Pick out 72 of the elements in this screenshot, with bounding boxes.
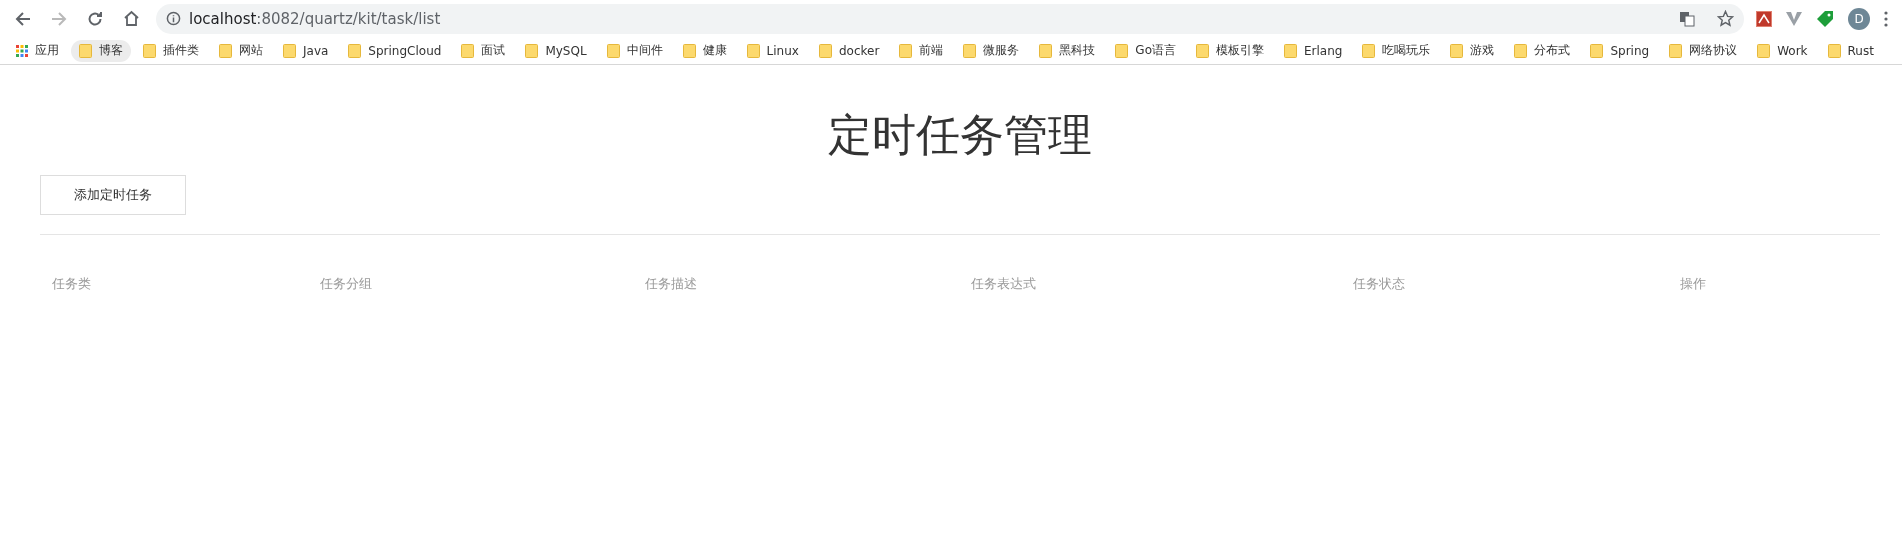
bookmark-item[interactable]: 网站 xyxy=(211,39,271,62)
bookmark-item[interactable]: Spring xyxy=(1582,39,1658,62)
folder-icon xyxy=(963,43,977,58)
bookmark-item[interactable]: SpringCloud xyxy=(340,39,450,62)
pdf-extension-icon[interactable] xyxy=(1756,10,1772,27)
folder-icon xyxy=(461,43,475,58)
folder-icon xyxy=(1669,43,1683,58)
column-header: 任务分组 xyxy=(320,275,373,293)
folder-icon xyxy=(1283,43,1297,58)
page-title: 定时任务管理 xyxy=(827,113,1093,157)
apps-grid-icon xyxy=(16,44,28,57)
bookmark-item[interactable]: 游戏 xyxy=(1442,39,1503,62)
bookmark-item[interactable]: 前端 xyxy=(891,39,952,62)
folder-icon xyxy=(143,43,156,58)
column-header: 任务类 xyxy=(52,275,92,293)
bookmark-item[interactable]: 网络协议 xyxy=(1661,39,1746,62)
folder-icon xyxy=(1362,43,1376,58)
bookmark-item[interactable]: 微服务 xyxy=(955,39,1028,62)
folder-icon xyxy=(219,43,232,58)
folder-icon xyxy=(1514,43,1528,58)
folder-icon xyxy=(818,43,832,58)
column-header: 任务状态 xyxy=(1353,275,1406,293)
folder-icon xyxy=(283,43,296,58)
address-bar[interactable]: localhost:8082/quartz/kit/task/list xyxy=(156,3,1744,34)
folder-icon xyxy=(899,43,913,58)
menu-icon[interactable] xyxy=(1884,10,1888,27)
bookmark-item[interactable]: 健康 xyxy=(674,39,735,62)
bookmark-item[interactable]: Work xyxy=(1749,39,1816,62)
translate-icon[interactable] xyxy=(1679,10,1695,27)
bookmark-item[interactable]: 博客 xyxy=(71,39,131,62)
column-header: 任务表达式 xyxy=(971,275,1037,293)
folder-icon xyxy=(1195,43,1209,58)
forward-arrow-icon xyxy=(51,10,67,27)
folder-icon xyxy=(1827,43,1841,58)
folder-icon xyxy=(682,43,696,58)
bookmark-item[interactable]: 面试 xyxy=(453,39,514,62)
bookmark-item[interactable]: Java xyxy=(275,39,337,62)
folder-icon xyxy=(606,43,620,58)
bookmark-item[interactable]: Linux xyxy=(738,39,807,62)
home-icon xyxy=(122,10,140,27)
add-task-button[interactable]: 添加定时任务 xyxy=(40,175,186,215)
folder-icon xyxy=(746,43,760,58)
folder-icon xyxy=(525,43,539,58)
bookmark-item[interactable]: 吃喝玩乐 xyxy=(1354,39,1439,62)
folder-icon xyxy=(1590,43,1604,58)
folder-icon xyxy=(1115,43,1129,58)
apps-shortcut[interactable]: 应用 xyxy=(8,39,67,62)
bookmark-item[interactable]: 分布式 xyxy=(1506,39,1579,62)
star-icon[interactable] xyxy=(1717,10,1734,27)
bookmark-item[interactable]: 模板引擎 xyxy=(1187,39,1272,62)
profile-avatar[interactable]: D xyxy=(1848,7,1870,30)
reload-icon xyxy=(87,10,103,27)
bookmark-item[interactable]: 黑科技 xyxy=(1031,39,1104,62)
folder-icon xyxy=(1039,43,1053,58)
url-text: localhost:8082/quartz/kit/task/list xyxy=(189,9,441,28)
bookmark-item[interactable]: MySQL xyxy=(517,39,595,62)
info-icon xyxy=(166,11,181,26)
column-header: 任务描述 xyxy=(645,275,698,293)
column-header: 操作 xyxy=(1680,275,1707,293)
folder-icon xyxy=(1757,43,1771,58)
back-arrow-icon xyxy=(15,10,31,27)
folder-icon xyxy=(1450,43,1464,58)
tag-extension-icon[interactable] xyxy=(1816,9,1834,28)
bookmark-item[interactable]: Erlang xyxy=(1275,39,1351,62)
bookmark-item[interactable]: 中间件 xyxy=(598,39,671,62)
folder-icon xyxy=(79,43,92,58)
bookmark-item[interactable]: 插件类 xyxy=(135,39,207,62)
bookmark-item[interactable]: Rust xyxy=(1819,39,1882,62)
v-extension-icon[interactable] xyxy=(1786,11,1802,26)
bookmark-item[interactable]: docker xyxy=(810,39,888,62)
folder-icon xyxy=(348,43,362,58)
bookmark-item[interactable]: Go语言 xyxy=(1107,39,1184,62)
